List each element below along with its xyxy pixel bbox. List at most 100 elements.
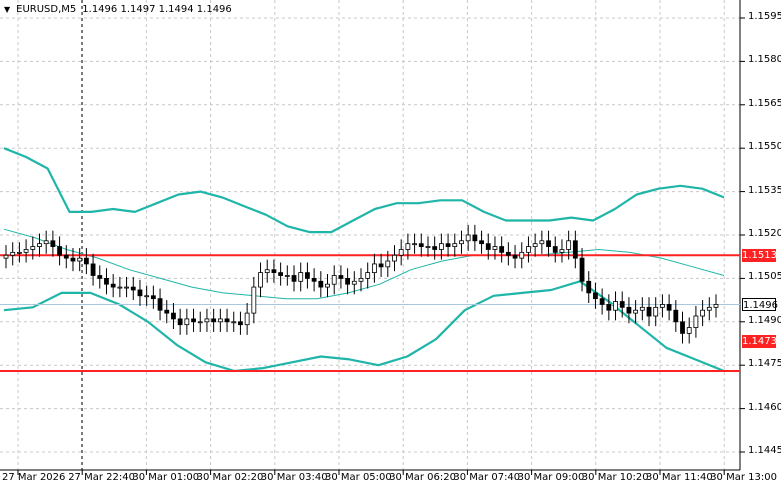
candle-body-bear bbox=[345, 277, 351, 285]
symbol-label: EURUSD,M5 bbox=[16, 4, 77, 15]
candle-body-bull bbox=[639, 306, 645, 311]
candle-body-bear bbox=[552, 246, 558, 253]
candle-body-bull bbox=[425, 246, 431, 248]
candle-body-bull bbox=[204, 318, 210, 323]
candle-body-bull bbox=[633, 309, 639, 314]
candle-body-bull bbox=[412, 243, 417, 246]
candle-body-bear bbox=[164, 309, 170, 314]
candle-body-bull bbox=[539, 240, 545, 245]
candle-body-bear bbox=[505, 251, 511, 256]
candle-body-bear bbox=[646, 306, 652, 317]
candle-body-bull bbox=[559, 249, 565, 253]
dropdown-arrow-icon[interactable]: ▼ bbox=[4, 5, 10, 14]
candle-body-bull bbox=[492, 246, 498, 250]
candle-body-bull bbox=[660, 304, 665, 308]
candles bbox=[3, 224, 719, 344]
price-tick-label: 1.1475 bbox=[748, 358, 781, 370]
candle-body-bull bbox=[526, 246, 531, 253]
candle-body-bull bbox=[459, 240, 464, 245]
candle-body-bear bbox=[445, 243, 451, 247]
candle-body-bear bbox=[291, 275, 297, 282]
price-tick-label: 1.1565 bbox=[748, 97, 781, 109]
candle-body-bull bbox=[217, 318, 223, 323]
time-tick-label: 30 Mar 05:00 bbox=[325, 472, 392, 483]
current-price-tag: 1.1496 bbox=[742, 298, 778, 311]
candle-body-bull bbox=[700, 309, 706, 317]
candle-body-bull bbox=[566, 240, 572, 250]
candle-body-bear bbox=[626, 306, 632, 314]
candle-body-bull bbox=[653, 306, 659, 317]
time-tick-label: 30 Mar 03:40 bbox=[260, 472, 328, 483]
time-tick-label: 30 Mar 06:20 bbox=[389, 472, 456, 483]
candle-body-bull bbox=[30, 246, 36, 250]
grid bbox=[0, 0, 740, 470]
candle-body-bull bbox=[284, 275, 290, 277]
candle-body-bull bbox=[325, 283, 330, 288]
candle-body-bear bbox=[130, 286, 136, 291]
ohlc-values: 1.1496 1.1497 1.1494 1.1496 bbox=[82, 4, 232, 15]
chart-window[interactable]: ▼ EURUSD,M5 1.1496 1.1497 1.1494 1.1496 … bbox=[0, 0, 781, 489]
time-tick-label: 30 Mar 10:20 bbox=[581, 472, 649, 483]
candle-body-bear bbox=[57, 246, 62, 256]
candle-body-bull bbox=[365, 272, 371, 279]
candle-body-bear bbox=[485, 243, 491, 250]
candle-body-bear bbox=[211, 318, 217, 323]
candle-body-bull bbox=[144, 295, 150, 298]
price-tick-label: 1.1445 bbox=[748, 445, 781, 456]
candle-body-bull bbox=[124, 286, 129, 289]
candle-body-bear bbox=[378, 263, 384, 268]
candle-body-bull bbox=[706, 306, 712, 311]
candle-body-bear bbox=[606, 304, 612, 311]
candle-body-bull bbox=[398, 249, 404, 256]
candle-body-bear bbox=[191, 318, 196, 323]
bollinger-upper-band bbox=[3, 147, 725, 234]
time-tick-label: 30 Mar 13:00 bbox=[710, 472, 777, 483]
candle-body-bull bbox=[686, 327, 692, 334]
candle-body-bull bbox=[10, 251, 16, 256]
time-tick-label: 27 Mar 2026 bbox=[2, 472, 66, 483]
candle-body-bear bbox=[318, 280, 324, 288]
price-tick-label: 1.1535 bbox=[748, 184, 781, 196]
candle-body-bear bbox=[432, 246, 438, 250]
candle-body-bear bbox=[499, 246, 505, 253]
time-tick-label: 30 Mar 09:00 bbox=[517, 472, 585, 483]
candle-body-bull bbox=[43, 240, 49, 245]
candle-body-bear bbox=[110, 283, 116, 288]
candle-body-bull bbox=[258, 272, 263, 288]
time-tick-label: 30 Mar 01:00 bbox=[132, 472, 200, 483]
candle-body-bull bbox=[77, 257, 83, 262]
candle-body-bull bbox=[613, 301, 618, 311]
price-chart[interactable] bbox=[0, 0, 781, 489]
candle-body-bear bbox=[619, 301, 625, 308]
candle-body-bear bbox=[673, 309, 679, 323]
candle-body-bull bbox=[331, 275, 337, 285]
candle-body-bear bbox=[97, 275, 103, 279]
candle-body-bull bbox=[693, 315, 699, 328]
candle-body-bull bbox=[465, 234, 471, 242]
candle-body-bull bbox=[244, 312, 250, 326]
candle-body-bear bbox=[479, 240, 484, 245]
candle-body-bull bbox=[392, 254, 397, 262]
candle-body-bear bbox=[171, 312, 176, 320]
time-tick-label: 27 Mar 22:40 bbox=[68, 472, 135, 483]
candle-body-bear bbox=[418, 243, 424, 247]
resistance-price-tag: 1.1513 bbox=[742, 249, 777, 262]
candle-body-bull bbox=[405, 243, 411, 250]
candle-body-bear bbox=[311, 277, 317, 282]
bollinger-middle-band bbox=[3, 228, 725, 300]
candle-body-bear bbox=[104, 277, 109, 285]
candle-body-bull bbox=[117, 286, 123, 289]
candle-body-bull bbox=[358, 277, 364, 282]
candle-body-bear bbox=[338, 275, 344, 279]
candle-body-bull bbox=[298, 272, 304, 282]
candle-body-bull bbox=[351, 280, 357, 285]
price-tick-label: 1.1490 bbox=[748, 314, 781, 326]
chart-title: ▼ EURUSD,M5 1.1496 1.1497 1.1494 1.1496 bbox=[4, 4, 232, 15]
candle-body-bull bbox=[532, 243, 538, 247]
candle-body-bear bbox=[150, 295, 156, 300]
candle-body-bear bbox=[599, 298, 605, 305]
price-tick-label: 1.1550 bbox=[748, 141, 781, 153]
candle-body-bear bbox=[586, 280, 592, 294]
candle-body-bear bbox=[157, 298, 163, 311]
candle-body-bear bbox=[224, 318, 230, 323]
